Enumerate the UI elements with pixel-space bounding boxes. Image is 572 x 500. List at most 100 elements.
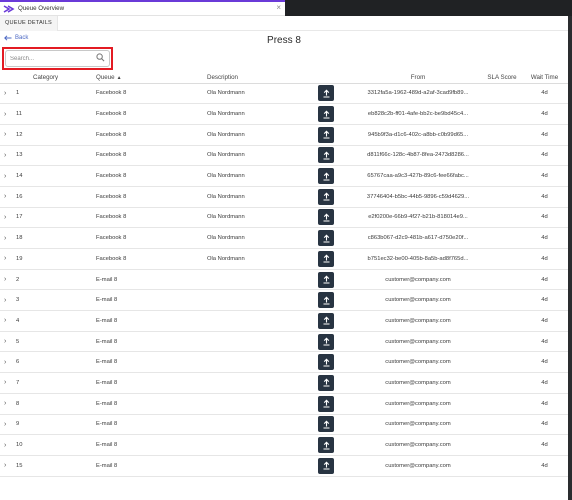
expand-row-cell[interactable]: ›: [0, 434, 12, 456]
app-logo-icon: [3, 3, 15, 15]
upload-icon: [323, 441, 329, 450]
row-sla-score: [483, 186, 521, 208]
upload-button[interactable]: [318, 168, 334, 185]
upload-button[interactable]: [318, 416, 334, 433]
table-row[interactable]: › 15 E-mail 8 customer@company.com 4d: [0, 455, 568, 477]
row-description: [207, 331, 318, 353]
chevron-right-icon[interactable]: ›: [4, 379, 6, 386]
expand-row-cell[interactable]: ›: [0, 83, 12, 105]
expand-row-cell[interactable]: ›: [0, 372, 12, 394]
upload-button[interactable]: [318, 250, 334, 267]
expand-row-cell[interactable]: ›: [0, 310, 12, 332]
tab-queue-details[interactable]: QUEUE DETAILS: [0, 16, 58, 31]
table-row[interactable]: › 12 Facebook 8 Ola Nordmann 945b9f3a-d1…: [0, 124, 568, 146]
chevron-right-icon[interactable]: ›: [4, 255, 6, 262]
upload-button[interactable]: [318, 395, 334, 412]
table-row[interactable]: › 19 Facebook 8 Ola Nordmann b751ec32-be…: [0, 248, 568, 270]
column-header-from[interactable]: From: [353, 72, 483, 84]
table-row[interactable]: › 6 E-mail 8 customer@company.com 4d: [0, 351, 568, 374]
expand-row-cell[interactable]: ›: [0, 145, 12, 167]
table-row[interactable]: › 10 E-mail 8 customer@company.com 4d: [0, 434, 568, 456]
column-header-description[interactable]: Description: [207, 72, 318, 84]
upload-button[interactable]: [318, 292, 334, 309]
table-row[interactable]: › 1 Facebook 8 Ola Nordmann 3312fa5a-196…: [0, 83, 568, 105]
chevron-right-icon[interactable]: ›: [4, 131, 6, 138]
table-row[interactable]: › 2 E-mail 8 customer@company.com 4d: [0, 269, 568, 291]
row-wait-time: 4d: [521, 124, 568, 146]
chevron-right-icon[interactable]: ›: [4, 276, 6, 283]
row-wait-time: 4d: [521, 207, 568, 229]
table-row[interactable]: › 7 E-mail 8 customer@company.com 4d: [0, 372, 568, 394]
expand-row-cell[interactable]: ›: [0, 186, 12, 208]
table-row[interactable]: › 14 Facebook 8 Ola Nordmann 65767caa-a9…: [0, 165, 568, 187]
chevron-right-icon[interactable]: ›: [4, 338, 6, 345]
table-row[interactable]: › 17 Facebook 8 Ola Nordmann e2f0200e-66…: [0, 207, 568, 229]
chevron-right-icon[interactable]: ›: [4, 214, 6, 221]
upload-button[interactable]: [318, 333, 334, 350]
table-row[interactable]: › 9 E-mail 8 customer@company.com 4d: [0, 414, 568, 436]
upload-icon: [323, 275, 329, 284]
upload-button[interactable]: [318, 209, 334, 226]
row-from: customer@company.com: [353, 351, 483, 374]
expand-row-cell[interactable]: ›: [0, 103, 12, 125]
expand-row-cell[interactable]: ›: [0, 124, 12, 146]
expand-row-cell[interactable]: ›: [0, 351, 12, 374]
table-row[interactable]: › 4 E-mail 8 customer@company.com 4d: [0, 310, 568, 332]
chevron-right-icon[interactable]: ›: [4, 152, 6, 159]
chevron-right-icon[interactable]: ›: [4, 400, 6, 407]
row-sla-score: [483, 145, 521, 167]
expand-row-cell[interactable]: ›: [0, 414, 12, 436]
chevron-right-icon[interactable]: ›: [4, 90, 6, 97]
expand-row-cell[interactable]: ›: [0, 227, 12, 249]
column-header-queue[interactable]: Queue ▲: [96, 72, 207, 84]
upload-button[interactable]: [318, 457, 334, 474]
upload-button[interactable]: [318, 374, 334, 391]
upload-button[interactable]: [318, 106, 334, 123]
column-header-sla-score[interactable]: SLA Score: [483, 72, 521, 84]
upload-button[interactable]: [318, 85, 334, 102]
expand-row-cell[interactable]: ›: [0, 207, 12, 229]
row-sla-score: [483, 269, 521, 291]
row-from: customer@company.com: [353, 372, 483, 394]
expand-row-cell[interactable]: ›: [0, 393, 12, 415]
chevron-right-icon[interactable]: ›: [4, 235, 6, 242]
chevron-right-icon[interactable]: ›: [4, 317, 6, 324]
chevron-right-icon[interactable]: ›: [4, 462, 6, 469]
chevron-right-icon[interactable]: ›: [4, 173, 6, 180]
search-icon[interactable]: [96, 53, 105, 62]
table-row[interactable]: › 8 E-mail 8 customer@company.com 4d: [0, 393, 568, 415]
search-input[interactable]: [10, 54, 100, 64]
table-row[interactable]: › 5 E-mail 8 customer@company.com 4d: [0, 331, 568, 353]
upload-icon: [323, 192, 329, 201]
expand-row-cell[interactable]: ›: [0, 455, 12, 477]
upload-button[interactable]: [318, 126, 334, 143]
expand-row-cell[interactable]: ›: [0, 165, 12, 187]
table-row[interactable]: › 11 Facebook 8 Ola Nordmann eb828c2b-ff…: [0, 103, 568, 125]
chevron-right-icon[interactable]: ›: [4, 359, 6, 366]
chevron-right-icon[interactable]: ›: [4, 111, 6, 118]
column-header-category[interactable]: Category: [12, 72, 96, 84]
expand-row-cell[interactable]: ›: [0, 248, 12, 270]
upload-button[interactable]: [318, 312, 334, 329]
upload-button[interactable]: [318, 354, 334, 371]
close-icon[interactable]: ×: [276, 3, 281, 12]
upload-button[interactable]: [318, 230, 334, 247]
table-row[interactable]: › 16 Facebook 8 Ola Nordmann 37746404-b5…: [0, 186, 568, 208]
upload-button[interactable]: [318, 188, 334, 205]
row-wait-time: 4d: [521, 310, 568, 332]
expand-row-cell[interactable]: ›: [0, 289, 12, 312]
chevron-right-icon[interactable]: ›: [4, 297, 6, 304]
chevron-right-icon[interactable]: ›: [4, 442, 6, 449]
upload-button[interactable]: [318, 437, 334, 454]
chevron-right-icon[interactable]: ›: [4, 193, 6, 200]
column-header-wait-time[interactable]: Wait Time: [521, 72, 568, 84]
chevron-right-icon[interactable]: ›: [4, 421, 6, 428]
column-header-action: [318, 72, 353, 84]
expand-row-cell[interactable]: ›: [0, 269, 12, 291]
table-row[interactable]: › 18 Facebook 8 Ola Nordmann c863b067-d2…: [0, 227, 568, 249]
table-row[interactable]: › 13 Facebook 8 Ola Nordmann d811f66c-12…: [0, 145, 568, 167]
upload-button[interactable]: [318, 271, 334, 288]
upload-button[interactable]: [318, 147, 334, 164]
expand-row-cell[interactable]: ›: [0, 331, 12, 353]
table-row[interactable]: › 3 E-mail 8 customer@company.com 4d: [0, 289, 568, 312]
